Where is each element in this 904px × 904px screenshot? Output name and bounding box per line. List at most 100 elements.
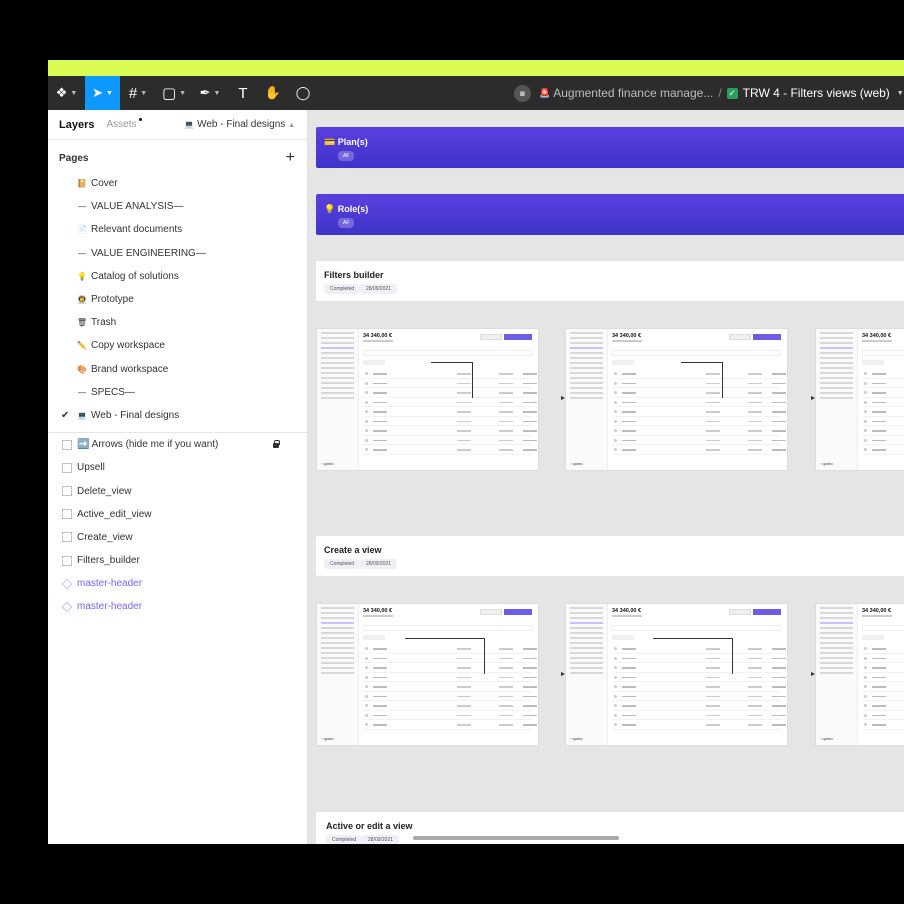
move-tool-button[interactable]: ➤ ▼ (85, 76, 120, 110)
frame-layer[interactable]: Create_view (48, 526, 307, 549)
frame-secondary-button (729, 609, 751, 615)
roles-banner[interactable]: 💡 Role(s) All (316, 194, 904, 235)
project-icon: 🚨 (539, 87, 551, 98)
chevron-down-icon[interactable]: ▼ (897, 90, 904, 97)
frame-icon (62, 532, 72, 543)
plans-banner-title: 💳 Plan(s) (324, 137, 368, 148)
left-sidebar: Layers Assets 💻 Web - Final designs ▲ Pa… (48, 110, 308, 844)
pen-icon: ✒ (199, 85, 211, 100)
layer-label: master-header (77, 601, 143, 613)
pages-header: Pages + (48, 144, 307, 172)
page-item[interactable]: — VALUE ENGINEERING — (48, 242, 307, 265)
page-list: 📔 Cover — VALUE ANALYSIS — 📄 Relevant documen… (48, 172, 307, 427)
toolbar: ❖ ▼ ➤ ▼ # ▼ ▢ ▼ ✒ ▼ T ✋ ◯ ◙ 🚨 Augmented finan… (48, 76, 904, 110)
horizontal-scrollbar[interactable] (413, 836, 619, 840)
layer-label: Active_edit_view (77, 508, 152, 520)
frame-layer[interactable]: Delete_view (48, 479, 307, 502)
shape-tool-button[interactable]: ▢ ▼ (156, 76, 192, 110)
design-frame[interactable]: 34 340,00 € ◦ qonto (565, 328, 788, 471)
flow-connector (405, 638, 485, 674)
frame-filter-chip (612, 360, 634, 365)
frame-sidebar (317, 329, 359, 470)
page-item[interactable]: 👨‍🚀 Prototype (48, 288, 307, 311)
avatar[interactable]: ◙ (514, 84, 531, 102)
frame-logo: ◦ qonto (820, 461, 833, 466)
page-item[interactable]: 📄 Relevant documents (48, 218, 307, 241)
flow-arrow (811, 672, 815, 676)
design-frame[interactable]: 34 340,00 € ◦ qonto (316, 603, 539, 746)
frame-logo: ◦ qonto (321, 736, 334, 741)
flow-arrow (561, 396, 565, 400)
hand-tool-button[interactable]: ✋ (258, 76, 288, 110)
current-page-select[interactable]: 💻 Web - Final designs ▲ (184, 119, 295, 130)
page-item[interactable]: ✔ 💻 Web - Final designs (48, 404, 307, 427)
page-label: Copy workspace (91, 340, 165, 352)
frame-logo: ◦ qonto (570, 461, 583, 466)
page-item[interactable]: ✏️ Copy workspace (48, 334, 307, 357)
canvas[interactable]: 💳 Plan(s) All 💡 Role(s) All Filters buil… (309, 110, 904, 844)
main-menu-button[interactable]: ❖ ▼ (48, 76, 85, 110)
page-item[interactable]: — VALUE ANALYSIS — (48, 195, 307, 218)
frame-filter-chip (363, 635, 385, 640)
project-name-link[interactable]: Augmented finance manage... (553, 86, 713, 100)
frame-icon (62, 509, 72, 520)
section-filters-builder[interactable]: Filters builder Completed 28/09/2021 (316, 261, 904, 301)
frame-icon (62, 439, 72, 450)
frame-subtitle (862, 340, 892, 342)
lock-icon[interactable] (273, 440, 280, 449)
frame-sidebar (566, 329, 608, 470)
plans-banner[interactable]: 💳 Plan(s) All (316, 127, 904, 168)
status-badge: Completed (324, 284, 361, 294)
hand-icon: ✋ (264, 85, 282, 100)
component-icon (61, 601, 73, 613)
text-icon: T (238, 84, 248, 102)
roles-title: Role(s) (337, 204, 369, 214)
chevron-down-icon: ▼ (140, 89, 148, 97)
frame-icon (62, 462, 72, 473)
section-title: Active or edit a view (326, 821, 413, 831)
page-label: Cover (91, 178, 118, 190)
frame-sidebar (816, 604, 858, 745)
page-item[interactable]: 📔 Cover (48, 172, 307, 195)
component-layer[interactable]: master-header (48, 572, 307, 595)
date-badge: 28/09/2021 (360, 284, 398, 294)
frame-layer[interactable]: Active_edit_view (48, 503, 307, 526)
pen-tool-button[interactable]: ✒ ▼ (192, 76, 228, 110)
frame-secondary-button (480, 609, 502, 615)
frame-tool-button[interactable]: # ▼ (120, 76, 156, 110)
frame-layer[interactable]: ➡️ Arrows (hide me if you want) (48, 433, 307, 456)
section-create-view[interactable]: Create a view Completed 28/09/2021 (316, 536, 904, 576)
file-name[interactable]: TRW 4 - Filters views (web) (743, 86, 890, 100)
page-label: Prototype (91, 294, 134, 306)
design-frame[interactable]: 34 340,00 € ◦ qonto (815, 328, 904, 471)
page-item[interactable]: 🎨 Brand workspace (48, 358, 307, 381)
date-badge: 28/09/2021 (360, 559, 398, 569)
tab-assets[interactable]: Assets (106, 118, 142, 130)
frame-layer[interactable]: Upsell (48, 456, 307, 479)
page-label: Brand workspace (91, 363, 169, 375)
frame-amount: 34 340,00 € (612, 608, 642, 614)
page-item[interactable]: 💡 Catalog of solutions (48, 265, 307, 288)
component-layer[interactable]: master-header (48, 595, 307, 618)
frame-search (612, 625, 781, 631)
promo-bar (48, 60, 904, 76)
page-label: VALUE ANALYSIS (91, 201, 174, 213)
frame-layer[interactable]: Filters_builder (48, 549, 307, 572)
page-item[interactable]: — SPECS — (48, 381, 307, 404)
text-tool-button[interactable]: T (228, 76, 258, 110)
design-frame[interactable]: 34 340,00 € ◦ qonto (565, 603, 788, 746)
design-frame[interactable]: 34 340,00 € ◦ qonto (815, 603, 904, 746)
frame-logo: ◦ qonto (321, 461, 334, 466)
comment-tool-button[interactable]: ◯ (288, 76, 318, 110)
add-page-button[interactable]: + (286, 149, 295, 167)
layer-label: Delete_view (77, 485, 132, 497)
tab-layers[interactable]: Layers (59, 119, 94, 131)
page-label: Catalog of solutions (91, 270, 179, 282)
page-label: Web - Final designs (91, 409, 180, 421)
sidebar-tabs: Layers Assets 💻 Web - Final designs ▲ (48, 110, 307, 140)
frame-amount: 34 340,00 € (862, 608, 892, 614)
page-item[interactable]: 🗑 Trash (48, 311, 307, 334)
comment-icon: ◯ (295, 85, 311, 100)
chevron-down-icon: ▼ (70, 89, 78, 97)
design-frame[interactable]: 34 340,00 € ◦ qonto (316, 328, 539, 471)
